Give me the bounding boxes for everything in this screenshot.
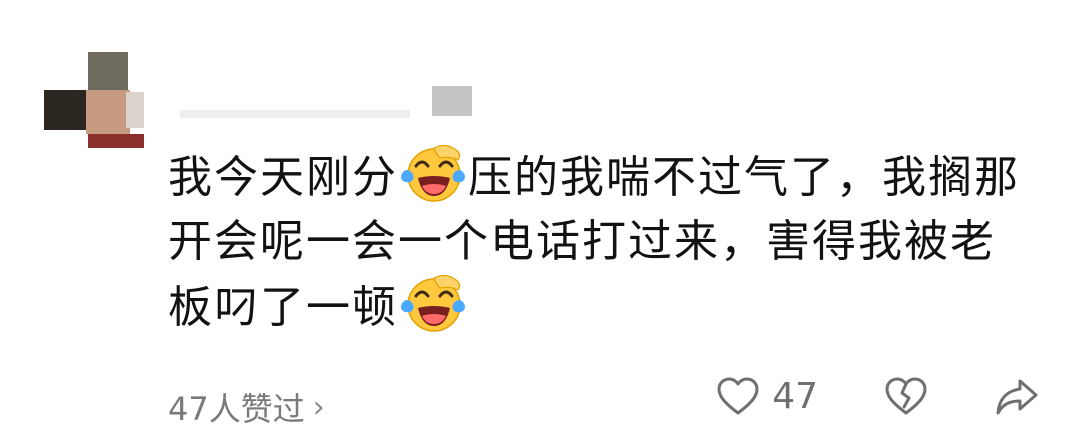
username-blurred[interactable]: [180, 86, 500, 122]
avatar-block: [88, 52, 128, 92]
avatar-block: [44, 90, 86, 130]
blur-bar: [180, 110, 410, 118]
share-button[interactable]: [994, 377, 1040, 417]
avatar[interactable]: [44, 52, 144, 148]
comment-text: 我今天刚分 压的我喘不过气了，我搁那开会呢一会一个电话打过来，害得我被老板叼了一…: [168, 144, 1028, 340]
dislike-button[interactable]: [884, 377, 928, 417]
chevron-right-icon: ›: [312, 389, 325, 425]
comment-text-part: 我今天刚分: [168, 152, 398, 203]
likes-summary-text: 47人赞过: [168, 390, 305, 428]
broken-heart-icon: [885, 377, 927, 414]
avatar-block: [86, 90, 130, 134]
comment-footer: 47人赞过 › 47: [168, 372, 1040, 432]
like-count: 47: [772, 376, 818, 417]
heart-outline-icon: [717, 377, 759, 414]
blur-block: [432, 86, 472, 116]
likes-summary-link[interactable]: 47人赞过 ›: [168, 384, 325, 430]
like-button[interactable]: 47: [716, 376, 818, 417]
avatar-block: [88, 134, 144, 148]
comment-actions: 47: [716, 376, 1040, 417]
avatar-block: [126, 92, 144, 128]
share-arrow-icon: [996, 379, 1038, 414]
laughing-crying-emoji-icon: [401, 274, 465, 332]
laughing-crying-emoji-icon: [401, 144, 465, 202]
